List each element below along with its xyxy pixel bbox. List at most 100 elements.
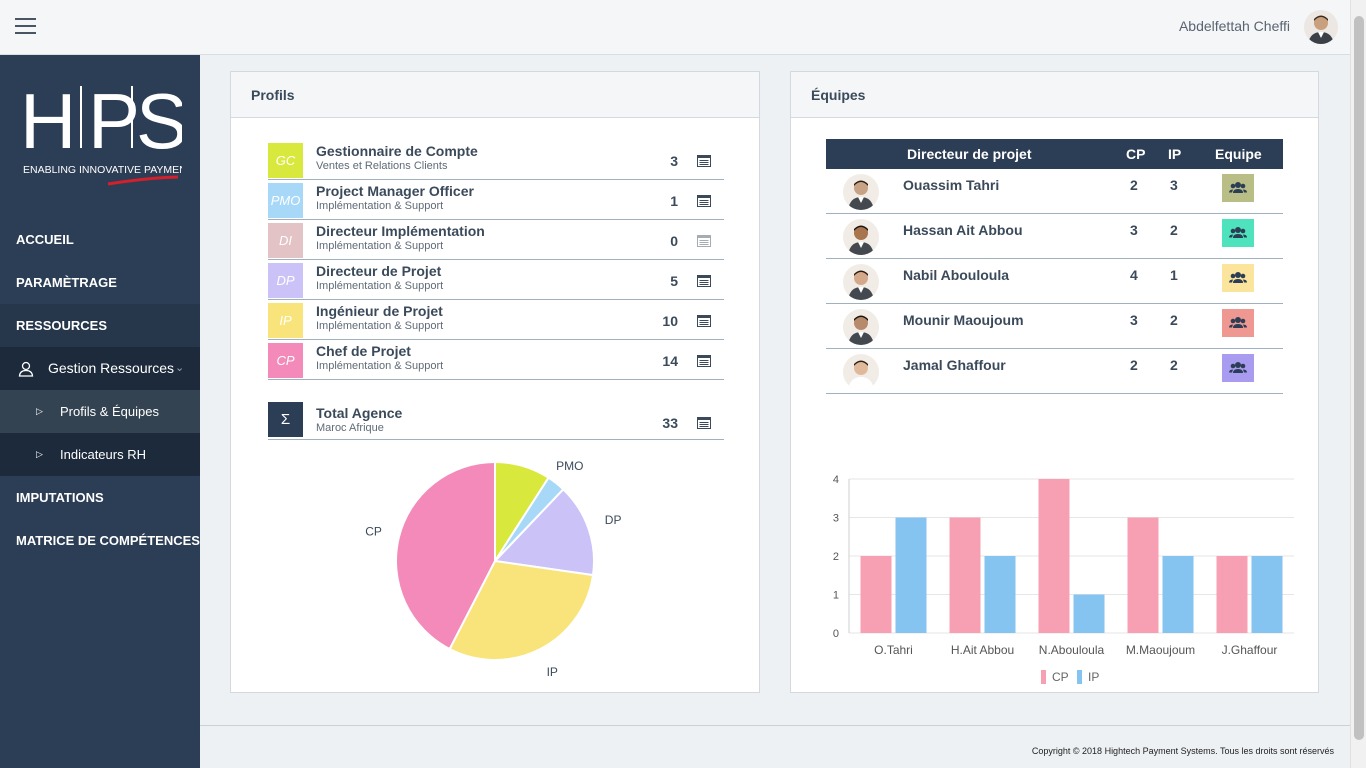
legend-swatch (1041, 670, 1046, 684)
profil-count: 14 (662, 353, 678, 369)
x-tick-label: M.Maoujoum (1126, 643, 1195, 657)
legend-label: IP (1088, 670, 1099, 684)
profils-pie-chart: GC PMO DP IP CP (365, 447, 622, 679)
sidebar-item-label: PARAMÈTRAGE (16, 275, 117, 290)
equipes-table: Directeur de projet CP IP Equipe Ouassim… (826, 139, 1283, 394)
bar-cp[interactable] (860, 556, 892, 633)
sidebar-item-ressources[interactable]: RESSOURCES (0, 304, 200, 347)
bar-ip[interactable] (1162, 556, 1194, 633)
avatar (843, 309, 879, 345)
sidebar-item-label: RESSOURCES (16, 318, 108, 333)
cp-count: 3 (1130, 312, 1138, 328)
bar-cp[interactable] (1127, 517, 1159, 634)
x-tick-label: N.Abouloula (1039, 643, 1105, 657)
sidebar-item-indicateurs-rh[interactable]: ▷ Indicateurs RH (0, 433, 200, 476)
pie-label: DP (605, 513, 622, 527)
triangle-right-icon: ▷ (36, 406, 43, 416)
legend-swatch (1077, 670, 1082, 684)
list-icon[interactable] (697, 315, 711, 327)
column-header: IP (1168, 146, 1182, 162)
profil-row: GC Gestionnaire de Compte Ventes et Relati… (268, 140, 724, 180)
table-row: Nabil Abouloula 4 1 (826, 259, 1283, 304)
list-icon[interactable] (697, 235, 711, 247)
bar-ip[interactable] (984, 556, 1016, 633)
profil-name: Chef de Projet (316, 343, 411, 359)
sidebar-item-gestion-ressources[interactable]: Gestion Ressources ⌄ (0, 347, 200, 390)
team-icon[interactable] (1222, 354, 1254, 382)
table-row: Jamal Ghaffour 2 2 (826, 349, 1283, 394)
list-icon[interactable] (697, 275, 711, 287)
profils-panel: Profils GC Gestionnaire de Compte Ventes e… (230, 71, 760, 693)
profil-badge: GC (268, 143, 303, 178)
team-icon[interactable] (1222, 309, 1254, 337)
page-scrollbar[interactable] (1350, 0, 1366, 768)
sidebar-item-imputations[interactable]: IMPUTATIONS (0, 476, 200, 519)
sidebar-item-accueil[interactable]: ACCUEIL (0, 218, 200, 261)
list-icon[interactable] (697, 155, 711, 167)
bar-cp[interactable] (1038, 479, 1070, 633)
ip-count: 2 (1170, 312, 1178, 328)
sidebar-item-label: IMPUTATIONS (16, 490, 104, 505)
equipes-bar-chart: 0 1 2 3 4 O.Tahri H.Ait Abbou N.Abouloula M.Maou… (833, 474, 1294, 684)
profil-sub: Implémentation & Support (316, 240, 444, 252)
director-name[interactable]: Nabil Abouloula (903, 267, 1009, 283)
list-icon[interactable] (697, 195, 711, 207)
ip-count: 2 (1170, 357, 1178, 373)
profil-name: Ingénieur de Projet (316, 303, 443, 319)
y-tick-label: 4 (833, 474, 839, 486)
bar-ip[interactable] (895, 517, 927, 634)
x-tick-label: H.Ait Abbou (951, 643, 1014, 657)
list-icon[interactable] (697, 417, 711, 429)
profil-row: CP Chef de Projet Implémentation & Support… (268, 340, 724, 380)
sidebar-item-parametrage[interactable]: PARAMÈTRAGE (0, 261, 200, 304)
menu-toggle-icon[interactable] (15, 18, 36, 36)
list-icon[interactable] (697, 355, 711, 367)
bar-cp[interactable] (1216, 556, 1248, 633)
profil-row: IP Ingénieur de Projet Implémentation & Su… (268, 300, 724, 340)
sidebar-item-profils-equipes[interactable]: ▷ Profils & Équipes (0, 390, 200, 433)
ip-count: 3 (1170, 177, 1178, 193)
equipes-panel: Équipes Directeur de projet CP IP Equipe… (790, 71, 1319, 693)
table-row: Mounir Maoujoum 3 2 (826, 304, 1283, 349)
svg-text:S: S (136, 80, 182, 165)
scrollbar-thumb[interactable] (1354, 16, 1364, 740)
avatar (843, 354, 879, 390)
profils-list: GC Gestionnaire de Compte Ventes et Relati… (268, 140, 724, 380)
director-name[interactable]: Jamal Ghaffour (903, 357, 1006, 373)
cp-count: 2 (1130, 177, 1138, 193)
profil-count: 1 (670, 193, 678, 209)
bar-ip[interactable] (1073, 594, 1105, 634)
profil-name: Directeur Implémentation (316, 223, 485, 239)
y-tick-label: 1 (833, 590, 839, 602)
hps-logo: H P S ENABLING INNOVATIVE PAYMENTS (20, 77, 200, 190)
footer: Copyright © 2018 Hightech Payment System… (200, 725, 1350, 768)
panel-title: Profils (231, 72, 759, 118)
profil-badge: DI (268, 223, 303, 258)
director-name[interactable]: Ouassim Tahri (903, 177, 999, 193)
column-header: Directeur de projet (907, 146, 1032, 162)
team-icon[interactable] (1222, 219, 1254, 247)
team-icon[interactable] (1222, 174, 1254, 202)
sidebar-item-label: Profils & Équipes (60, 404, 159, 419)
pie-label: PMO (556, 459, 583, 473)
total-row: Σ Total Agence Maroc Afrique 33 (268, 402, 724, 440)
cp-count: 3 (1130, 222, 1138, 238)
user-avatar[interactable] (1304, 10, 1338, 44)
director-name[interactable]: Mounir Maoujoum (903, 312, 1024, 328)
profil-count: 0 (670, 233, 678, 249)
chevron-down-icon: ⌄ (175, 362, 185, 374)
svg-text:ENABLING INNOVATIVE PAYMENTS: ENABLING INNOVATIVE PAYMENTS (23, 164, 182, 176)
profil-sub: Implémentation & Support (316, 320, 444, 332)
user-name[interactable]: Abdelfettah Cheffi (1179, 18, 1290, 34)
sidebar-item-matrice[interactable]: MATRICE DE COMPÉTENCES (0, 519, 200, 562)
table-row: Ouassim Tahri 2 3 (826, 169, 1283, 214)
profil-sub: Implémentation & Support (316, 200, 444, 212)
profil-count: 3 (670, 153, 678, 169)
director-name[interactable]: Hassan Ait Abbou (903, 222, 1023, 238)
team-icon[interactable] (1222, 264, 1254, 292)
bar-cp[interactable] (949, 517, 981, 634)
cp-count: 2 (1130, 357, 1138, 373)
x-tick-label: J.Ghaffour (1222, 643, 1278, 657)
profil-count: 10 (662, 313, 678, 329)
bar-ip[interactable] (1251, 556, 1283, 633)
